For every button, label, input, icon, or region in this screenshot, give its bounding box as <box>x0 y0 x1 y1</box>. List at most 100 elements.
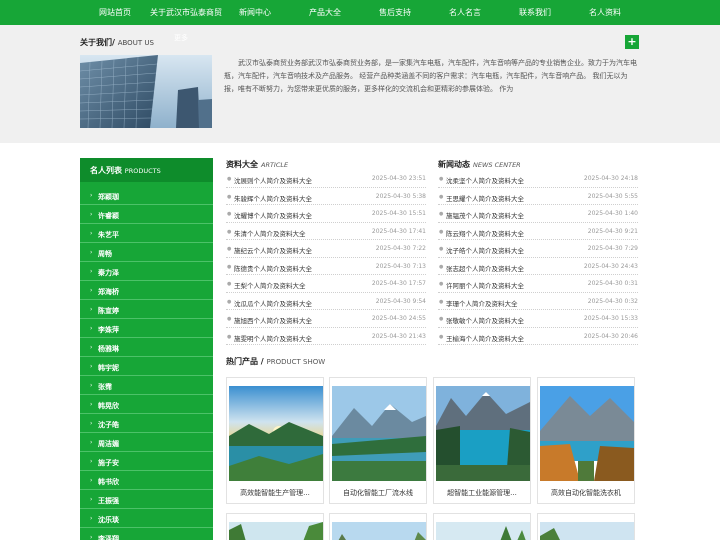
news-title: 新闻动态 NEWS CENTER <box>438 159 521 170</box>
list-item[interactable]: ● 沈展则个人简介及资料大全 2025-04-30 23:51 <box>226 170 426 188</box>
list-item-title[interactable]: 王思耀个人简介及资料大全 <box>446 193 524 203</box>
list-item-title[interactable]: 李珊个人简介及资料大全 <box>446 298 518 308</box>
list-item-title[interactable]: 沈耀博个人简介及资料大全 <box>234 210 312 220</box>
list-item[interactable]: ● 朱清个人简介及资料大全 2025-04-30 17:41 <box>226 223 426 240</box>
sidebar-item-label: 李姝萍 <box>98 326 119 334</box>
list-item-title[interactable]: 陈云翔个人简介及资料大全 <box>446 228 524 238</box>
nav-item-quotes[interactable]: 名人名言 <box>440 0 490 25</box>
list-item[interactable]: ● 许阿丽个人简介及资料大全 2025-04-30 0:31 <box>438 275 638 293</box>
nav-item-home[interactable]: 网站首页 <box>90 0 140 25</box>
sidebar-item[interactable]: › 许睿颖 <box>80 206 213 224</box>
list-item-title[interactable]: 陈德贵个人简介及资料大全 <box>234 263 312 273</box>
list-item[interactable]: ● 王思耀个人简介及资料大全 2025-04-30 5:55 <box>438 188 638 205</box>
products-title-text: 热门产品 / <box>226 357 264 366</box>
product-card[interactable]: 超智能工业能源管理... <box>433 377 531 504</box>
sidebar-item-label: 郑颖珈 <box>98 193 119 201</box>
sidebar-item[interactable]: › 施子安 <box>80 453 213 471</box>
nav-item-support[interactable]: 售后支持 <box>370 0 420 25</box>
product-card[interactable]: 高效自动化智能洗衣机 <box>537 377 635 504</box>
list-item[interactable]: ● 沈耀博个人简介及资料大全 2025-04-30 15:51 <box>226 205 426 223</box>
sidebar-item[interactable]: › 郑颖珈 <box>80 187 213 205</box>
product-card[interactable]: 高效能智能生产管理... <box>226 377 324 504</box>
list-item[interactable]: ● 陈云翔个人简介及资料大全 2025-04-30 9:21 <box>438 223 638 240</box>
sidebar-item[interactable]: › 周洁媚 <box>80 434 213 452</box>
list-item-date: 2025-04-30 7:13 <box>375 262 426 270</box>
list-item-title[interactable]: 朱清个人简介及资料大全 <box>234 228 306 238</box>
nav-item-profiles[interactable]: 名人资料 <box>580 0 630 25</box>
sidebar-item-label: 秦力泽 <box>98 269 119 277</box>
sidebar-title: 名人列表 PRODUCTS <box>90 165 161 176</box>
sidebar-item[interactable]: › 秦力泽 <box>80 263 213 281</box>
product-caption[interactable]: 超智能工业能源管理... <box>434 488 530 498</box>
list-item-title[interactable]: 朱骏辉个人简介及资料大全 <box>234 193 312 203</box>
sidebar-item[interactable]: › 李泽翔 <box>80 529 213 540</box>
product-card[interactable] <box>226 513 324 540</box>
sidebar-item[interactable]: › 朱艺平 <box>80 225 213 243</box>
list-item[interactable]: ● 施旭西个人简介及资料大全 2025-04-30 24:55 <box>226 310 426 328</box>
chevron-right-icon: › <box>90 496 93 503</box>
list-item[interactable]: ● 沈柔坚个人简介及资料大全 2025-04-30 24:18 <box>438 170 638 188</box>
list-item-title[interactable]: 张敬敏个人简介及资料大全 <box>446 315 524 325</box>
nav-item-contact[interactable]: 联系我们 <box>510 0 560 25</box>
sidebar-item[interactable]: › 韩晃欣 <box>80 396 213 414</box>
list-item-title[interactable]: 王榆海个人简介及资料大全 <box>446 333 524 343</box>
sidebar-item-label: 沈乐琰 <box>98 516 119 524</box>
list-item[interactable]: ● 沈子皓个人简介及资料大全 2025-04-30 7:29 <box>438 240 638 258</box>
list-item-date: 2025-04-30 20:46 <box>583 332 638 340</box>
list-item[interactable]: ● 沈瓜瓜个人简介及资料大全 2025-04-30 9:54 <box>226 293 426 310</box>
list-item-title[interactable]: 王梨个人简介及资料大全 <box>234 280 306 290</box>
list-item-title[interactable]: 施旭西个人简介及资料大全 <box>234 315 312 325</box>
chevron-right-icon: › <box>90 192 93 199</box>
list-item[interactable]: ● 朱骏辉个人简介及资料大全 2025-04-30 5:38 <box>226 188 426 205</box>
list-item-title[interactable]: 沈柔坚个人简介及资料大全 <box>446 175 524 185</box>
list-item-title[interactable]: 张志超个人简介及资料大全 <box>446 263 524 273</box>
list-item[interactable]: ● 施纪云个人简介及资料大全 2025-04-30 7:22 <box>226 240 426 258</box>
list-item-title[interactable]: 许阿丽个人简介及资料大全 <box>446 280 524 290</box>
sidebar-item[interactable]: › 郑海桥 <box>80 282 213 300</box>
list-item[interactable]: ● 陈德贵个人简介及资料大全 2025-04-30 7:13 <box>226 258 426 275</box>
list-item[interactable]: ● 王梨个人简介及资料大全 2025-04-30 17:57 <box>226 275 426 293</box>
list-item[interactable]: ● 张志超个人简介及资料大全 2025-04-30 24:43 <box>438 258 638 275</box>
list-item-title[interactable]: 施雯明个人简介及资料大全 <box>234 333 312 343</box>
product-caption[interactable]: 自动化智能工厂流水线 <box>330 488 426 498</box>
list-item[interactable]: ● 张敬敏个人简介及资料大全 2025-04-30 15:33 <box>438 310 638 328</box>
list-item[interactable]: ● 王榆海个人简介及资料大全 2025-04-30 20:46 <box>438 328 638 345</box>
about-more-link[interactable]: 更多 <box>174 33 188 43</box>
sidebar-item[interactable]: › 王振强 <box>80 491 213 509</box>
sidebar-item-label: 王振强 <box>98 497 119 505</box>
sidebar: 名人列表 PRODUCTS › 郑颖珈 › 许睿颖 › 朱艺平 › 周畅 › 秦力泽 › 郑海桥 › 陈宣… <box>80 158 213 540</box>
sidebar-item[interactable]: › 张霈 <box>80 377 213 395</box>
list-item-title[interactable]: 沈展则个人简介及资料大全 <box>234 175 312 185</box>
sidebar-item[interactable]: › 陈宣婷 <box>80 301 213 319</box>
list-item[interactable]: ● 施韫茂个人简介及资料大全 2025-04-30 1:40 <box>438 205 638 223</box>
sidebar-item[interactable]: › 李姝萍 <box>80 320 213 338</box>
list-item[interactable]: ● 施雯明个人简介及资料大全 2025-04-30 21:43 <box>226 328 426 345</box>
bullet-icon: ● <box>439 211 444 217</box>
product-card[interactable] <box>433 513 531 540</box>
list-item-date: 2025-04-30 23:51 <box>371 175 426 182</box>
product-card[interactable] <box>329 513 427 540</box>
sidebar-item[interactable]: › 沈乐琰 <box>80 510 213 528</box>
about-more-button[interactable]: + <box>625 35 639 49</box>
sidebar-item[interactable]: › 杨雅琳 <box>80 339 213 357</box>
list-item[interactable]: ● 李珊个人简介及资料大全 2025-04-30 0:32 <box>438 293 638 310</box>
list-item-title[interactable]: 沈子皓个人简介及资料大全 <box>446 245 524 255</box>
sidebar-item[interactable]: › 韩书欣 <box>80 472 213 490</box>
sidebar-item[interactable]: › 周畅 <box>80 244 213 262</box>
sidebar-item-label: 许睿颖 <box>98 212 119 220</box>
product-card[interactable] <box>537 513 635 540</box>
nav-item-news[interactable]: 新闻中心 <box>230 0 280 25</box>
nav-item-products[interactable]: 产品大全 <box>300 0 350 25</box>
product-caption[interactable]: 高效能智能生产管理... <box>227 488 323 498</box>
sidebar-item[interactable]: › 沈子皓 <box>80 415 213 433</box>
bullet-icon: ● <box>439 193 444 200</box>
product-caption[interactable]: 高效自动化智能洗衣机 <box>538 488 634 498</box>
nav-item-about[interactable]: 关于武汉市弘泰商贸 <box>148 0 224 25</box>
list-item-title[interactable]: 施韫茂个人简介及资料大全 <box>446 210 524 220</box>
bullet-icon: ● <box>227 298 232 305</box>
list-item-title[interactable]: 沈瓜瓜个人简介及资料大全 <box>234 298 312 308</box>
product-image-autumn-valley <box>540 386 634 481</box>
product-card[interactable]: 自动化智能工厂流水线 <box>329 377 427 504</box>
list-item-title[interactable]: 施纪云个人简介及资料大全 <box>234 245 312 255</box>
sidebar-item[interactable]: › 韩宇妮 <box>80 358 213 376</box>
